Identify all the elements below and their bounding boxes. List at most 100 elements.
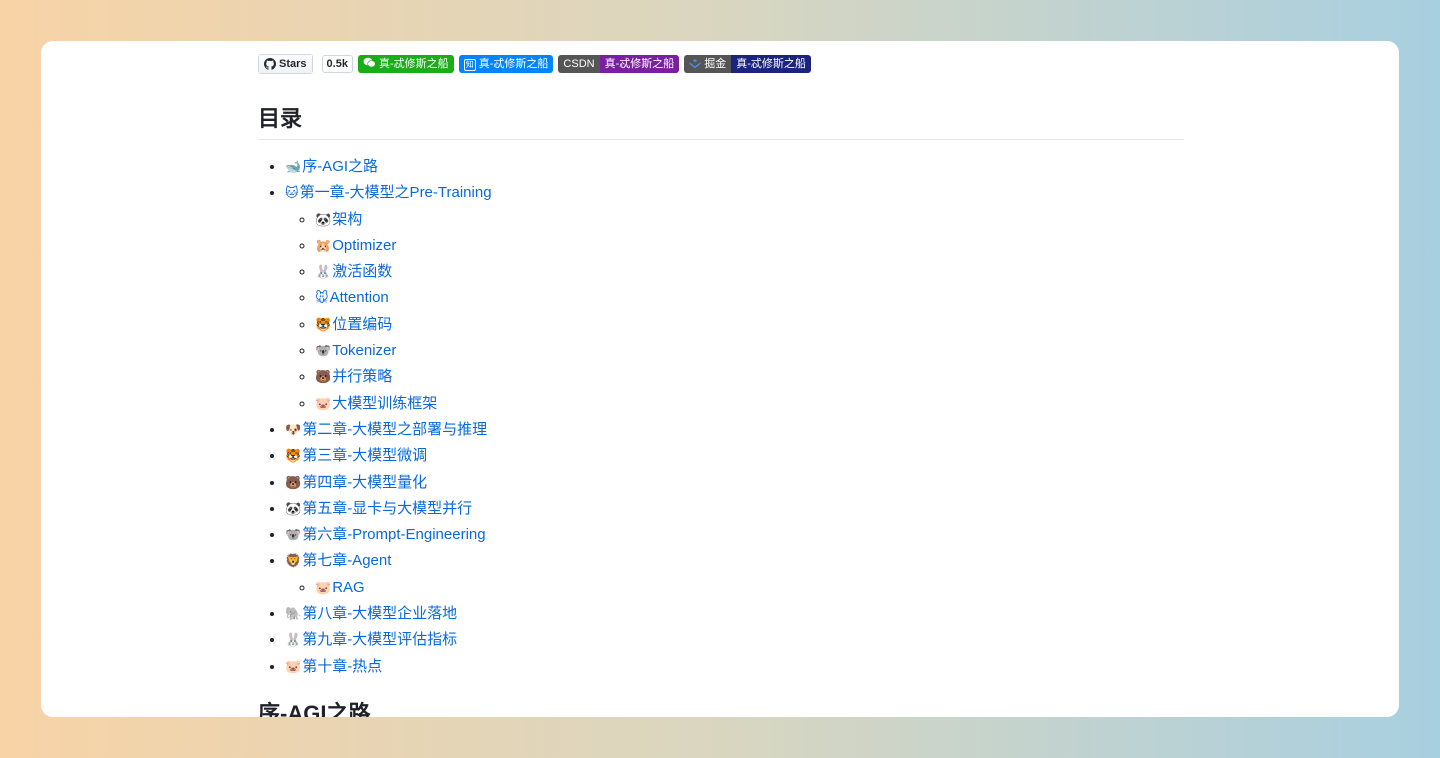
toc-link[interactable]: 🐷第十章-热点: [285, 658, 382, 675]
animal-emoji-icon: 🐶: [285, 421, 302, 437]
juejin-badge-text: 真-忒修斯之船: [731, 55, 811, 73]
toc-item: 🐘第八章-大模型企业落地: [285, 601, 1184, 627]
github-stars-count[interactable]: 0.5k: [321, 55, 353, 73]
toc-link[interactable]: 🐻第四章-大模型量化: [285, 474, 427, 491]
toc-link[interactable]: 🐯第三章-大模型微调: [285, 447, 427, 464]
animal-emoji-icon: 🐷: [315, 395, 332, 411]
toc-link-label: Attention: [329, 289, 389, 307]
toc-link[interactable]: 🐘第八章-大模型企业落地: [285, 605, 457, 622]
animal-emoji-icon: 🐋: [285, 159, 302, 174]
badge-row: Stars 0.5k 真-忒修斯之船 知 真-忒修斯之船 CSDN 真-忒修斯之…: [258, 54, 1184, 74]
zhihu-badge-body: 知 真-忒修斯之船: [458, 55, 554, 73]
animal-emoji-icon: 🐘: [285, 606, 302, 622]
animal-emoji-icon: 🐷: [285, 658, 302, 674]
toc-link-label: RAG: [332, 578, 365, 596]
readme-content: Stars 0.5k 真-忒修斯之船 知 真-忒修斯之船 CSDN 真-忒修斯之…: [258, 54, 1184, 717]
toc-subitem: 🐹Optimizer: [315, 233, 1184, 259]
toc-subitem: 🐯位置编码: [315, 312, 1184, 338]
animal-emoji-icon: 🐷: [315, 579, 332, 595]
animal-emoji-icon: 🐨: [285, 527, 302, 543]
animal-emoji-icon: 🐱: [285, 185, 299, 201]
animal-emoji-icon: 🐼: [315, 211, 332, 227]
toc-link-label: 第六章-Prompt-Engineering: [302, 526, 486, 544]
toc-link-label: 大模型训练框架: [332, 394, 438, 412]
toc-link[interactable]: 🦁第七章-Agent: [285, 552, 391, 569]
animal-emoji-icon: 🐻: [285, 474, 302, 490]
toc-subitem: 🐨Tokenizer: [315, 338, 1184, 364]
toc-link[interactable]: 🐯位置编码: [315, 316, 392, 333]
toc-list: 🐋序-AGI之路 🐱第一章-大模型之Pre-Training 🐼架构 🐹Optimiz…: [258, 154, 1184, 680]
toc-link[interactable]: 🐨第六章-Prompt-Engineering: [285, 526, 486, 543]
wechat-icon: [363, 57, 376, 68]
toc-item: 🦁第七章-Agent 🐷RAG: [285, 548, 1184, 601]
toc-link[interactable]: 🐹Optimizer: [315, 237, 396, 254]
toc-item: 🐷第十章-热点: [285, 654, 1184, 680]
toc-link[interactable]: 🐱第一章-大模型之Pre-Training: [285, 184, 492, 201]
wechat-badge[interactable]: 真-忒修斯之船: [357, 55, 454, 73]
toc-link-label: 并行策略: [332, 368, 393, 386]
toc-link-label: 第四章-大模型量化: [302, 473, 428, 491]
animal-emoji-icon: 🐰: [285, 632, 302, 648]
toc-subitem: 🐭Attention: [315, 285, 1184, 311]
github-stars-label: Stars: [279, 58, 307, 70]
animal-emoji-icon: 🐯: [315, 316, 332, 332]
toc-subitem: 🐷RAG: [315, 575, 1184, 601]
wechat-badge-body: 真-忒修斯之船: [357, 55, 454, 73]
wechat-badge-text: 真-忒修斯之船: [379, 58, 449, 70]
animal-emoji-icon: 🐻: [315, 369, 332, 385]
toc-link-label: 第五章-显卡与大模型并行: [302, 499, 473, 517]
toc-link[interactable]: 🐋序-AGI之路: [285, 158, 378, 175]
toc-link[interactable]: 🐷大模型训练框架: [315, 395, 437, 412]
animal-emoji-icon: 🐯: [285, 448, 302, 464]
animal-emoji-icon: 🐭: [315, 290, 329, 306]
juejin-icon: [689, 59, 702, 69]
readme-card: Stars 0.5k 真-忒修斯之船 知 真-忒修斯之船 CSDN 真-忒修斯之…: [41, 41, 1399, 717]
toc-link-label: 架构: [332, 210, 363, 228]
toc-subitem: 🐷大模型训练框架: [315, 391, 1184, 417]
toc-link[interactable]: 🐼架构: [315, 211, 362, 228]
juejin-badge-label: 掘金: [704, 58, 727, 70]
toc-link[interactable]: 🐨Tokenizer: [315, 342, 396, 359]
toc-link[interactable]: 🐻并行策略: [315, 368, 392, 385]
toc-link-label: 位置编码: [332, 315, 393, 333]
toc-item: 🐯第三章-大模型微调: [285, 443, 1184, 469]
github-icon: [264, 58, 276, 70]
zhihu-icon: 知: [463, 59, 476, 71]
toc-link-label: 第七章-Agent: [302, 552, 392, 570]
toc-link-label: 激活函数: [332, 263, 393, 281]
toc-link[interactable]: 🐭Attention: [315, 289, 389, 306]
toc-link-label: 第一章-大模型之Pre-Training: [299, 184, 492, 202]
zhihu-badge[interactable]: 知 真-忒修斯之船: [458, 55, 554, 73]
toc-link-label: 第三章-大模型微调: [302, 447, 428, 465]
toc-link-label: 第八章-大模型企业落地: [302, 605, 458, 623]
toc-link-label: Optimizer: [332, 236, 397, 254]
github-stars-button[interactable]: Stars: [259, 55, 312, 73]
juejin-badge[interactable]: 掘金 真-忒修斯之船: [684, 55, 811, 73]
toc-item: 🐱第一章-大模型之Pre-Training🐼架构🐹Optimizer🐰激活函数🐭…: [285, 180, 1184, 417]
toc-link[interactable]: 🐰第九章-大模型评估指标: [285, 631, 457, 648]
toc-link[interactable]: 🐷RAG: [315, 579, 365, 596]
csdn-badge-label: CSDN: [558, 55, 600, 73]
toc-subitem: 🐰激活函数: [315, 259, 1184, 285]
toc-link[interactable]: 🐰激活函数: [315, 263, 392, 280]
github-stars-badge[interactable]: Stars: [258, 54, 313, 74]
toc-link[interactable]: 🐼第五章-显卡与大模型并行: [285, 500, 472, 517]
juejin-badge-left: 掘金: [684, 55, 732, 73]
animal-emoji-icon: 🐰: [315, 264, 332, 280]
toc-item: 🐼第五章-显卡与大模型并行: [285, 496, 1184, 522]
zhihu-badge-text: 真-忒修斯之船: [478, 58, 549, 70]
toc-item: 🐋序-AGI之路: [285, 154, 1184, 180]
toc-link[interactable]: 🐶第二章-大模型之部署与推理: [285, 421, 487, 438]
toc-sublist: 🐼架构🐹Optimizer🐰激活函数🐭Attention🐯位置编码🐨Tokeni…: [285, 207, 1184, 417]
toc-subitem: 🐻并行策略: [315, 364, 1184, 390]
toc-link-label: Tokenizer: [332, 342, 397, 360]
animal-emoji-icon: 🦁: [285, 553, 302, 569]
csdn-badge-text: 真-忒修斯之船: [599, 55, 680, 73]
toc-heading: 目录: [258, 101, 1184, 140]
toc-item: 🐨第六章-Prompt-Engineering: [285, 522, 1184, 548]
toc-sublist: 🐷RAG: [285, 575, 1184, 601]
toc-link-label: 第九章-大模型评估指标: [302, 631, 458, 649]
toc-item: 🐰第九章-大模型评估指标: [285, 627, 1184, 653]
csdn-badge[interactable]: CSDN 真-忒修斯之船: [558, 55, 680, 73]
toc-item: 🐶第二章-大模型之部署与推理: [285, 417, 1184, 443]
